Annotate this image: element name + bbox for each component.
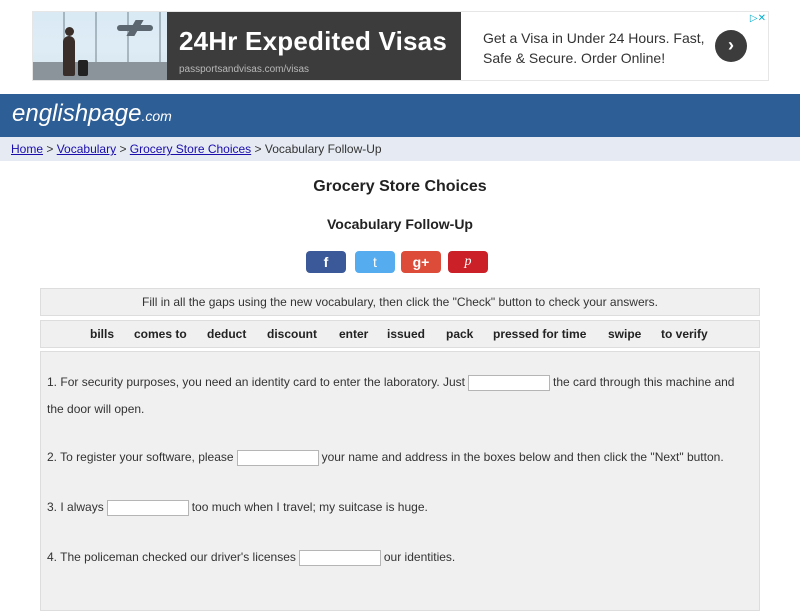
question-3: 3. I always too much when I travel; my su… (47, 500, 428, 516)
answer-input-3[interactable] (106, 500, 189, 516)
instructions: Fill in all the gaps using the new vocab… (40, 288, 760, 316)
breadcrumb-vocabulary[interactable]: Vocabulary (57, 142, 116, 156)
google-plus-icon: g+ (412, 254, 430, 270)
pinterest-icon: p (464, 254, 472, 269)
twitter-share-button[interactable]: t (355, 251, 395, 273)
breadcrumb-home[interactable]: Home (11, 142, 43, 156)
chevron-right-icon: › (728, 35, 734, 55)
facebook-icon: f (323, 254, 329, 270)
question-1: 1. For security purposes, you need an id… (47, 375, 735, 391)
twitter-icon: t (373, 254, 377, 270)
question-4: 4. The policeman checked our driver's li… (47, 550, 456, 566)
exercise-panel: 1. For security purposes, you need an id… (40, 351, 760, 611)
ad-url[interactable]: passportsandvisas.com/visas (179, 64, 309, 75)
word-bank-item: swipe (608, 327, 642, 341)
question-1-continuation: the door will open. (47, 402, 145, 416)
pinterest-share-button[interactable]: p (448, 251, 488, 273)
google-plus-share-button[interactable]: g+ (401, 251, 441, 273)
ad-image[interactable] (33, 12, 167, 80)
ad-description[interactable]: Get a Visa in Under 24 Hours. Fast, Safe… (483, 28, 723, 68)
word-bank-item: issued (387, 327, 426, 341)
facebook-share-button[interactable]: f (306, 251, 346, 273)
page-title: Grocery Store Choices (313, 178, 487, 195)
breadcrumb-grocery-store-choices[interactable]: Grocery Store Choices (130, 142, 251, 156)
word-bank-item: pressed for time (493, 327, 587, 341)
ad-banner[interactable]: 24Hr Expedited Visas passportsandvisas.c… (32, 11, 769, 81)
breadcrumb-separator: > (46, 142, 54, 156)
word-bank-item: pack (446, 327, 474, 341)
page-subtitle: Vocabulary Follow-Up (327, 216, 473, 232)
question-2: 2. To register your software, please your… (47, 450, 724, 466)
word-bank-item: comes to (134, 327, 187, 341)
site-header: englishpage.com (0, 94, 800, 137)
answer-input-4[interactable] (298, 550, 381, 566)
answer-input-2[interactable] (236, 450, 319, 466)
breadcrumb-separator: > (119, 142, 127, 156)
breadcrumb-current: Vocabulary Follow-Up (264, 142, 382, 156)
answer-input-1[interactable] (468, 375, 551, 391)
breadcrumb-separator: > (254, 142, 262, 156)
ad-go-button[interactable]: › (715, 30, 747, 62)
airplane-icon (117, 25, 153, 31)
ad-choices-icon[interactable]: ▷✕ (744, 13, 766, 25)
site-logo[interactable]: englishpage.com (12, 100, 172, 128)
breadcrumb: Home > Vocabulary > Grocery Store Choice… (0, 137, 800, 161)
word-bank-item: enter (339, 327, 369, 341)
word-bank-item: to verify (661, 327, 708, 341)
word-bank: bills comes to deduct discount enter iss… (40, 320, 760, 348)
word-bank-item: deduct (207, 327, 247, 341)
ad-title[interactable]: 24Hr Expedited Visas (179, 26, 447, 57)
word-bank-item: bills (90, 327, 115, 341)
word-bank-item: discount (267, 327, 317, 341)
